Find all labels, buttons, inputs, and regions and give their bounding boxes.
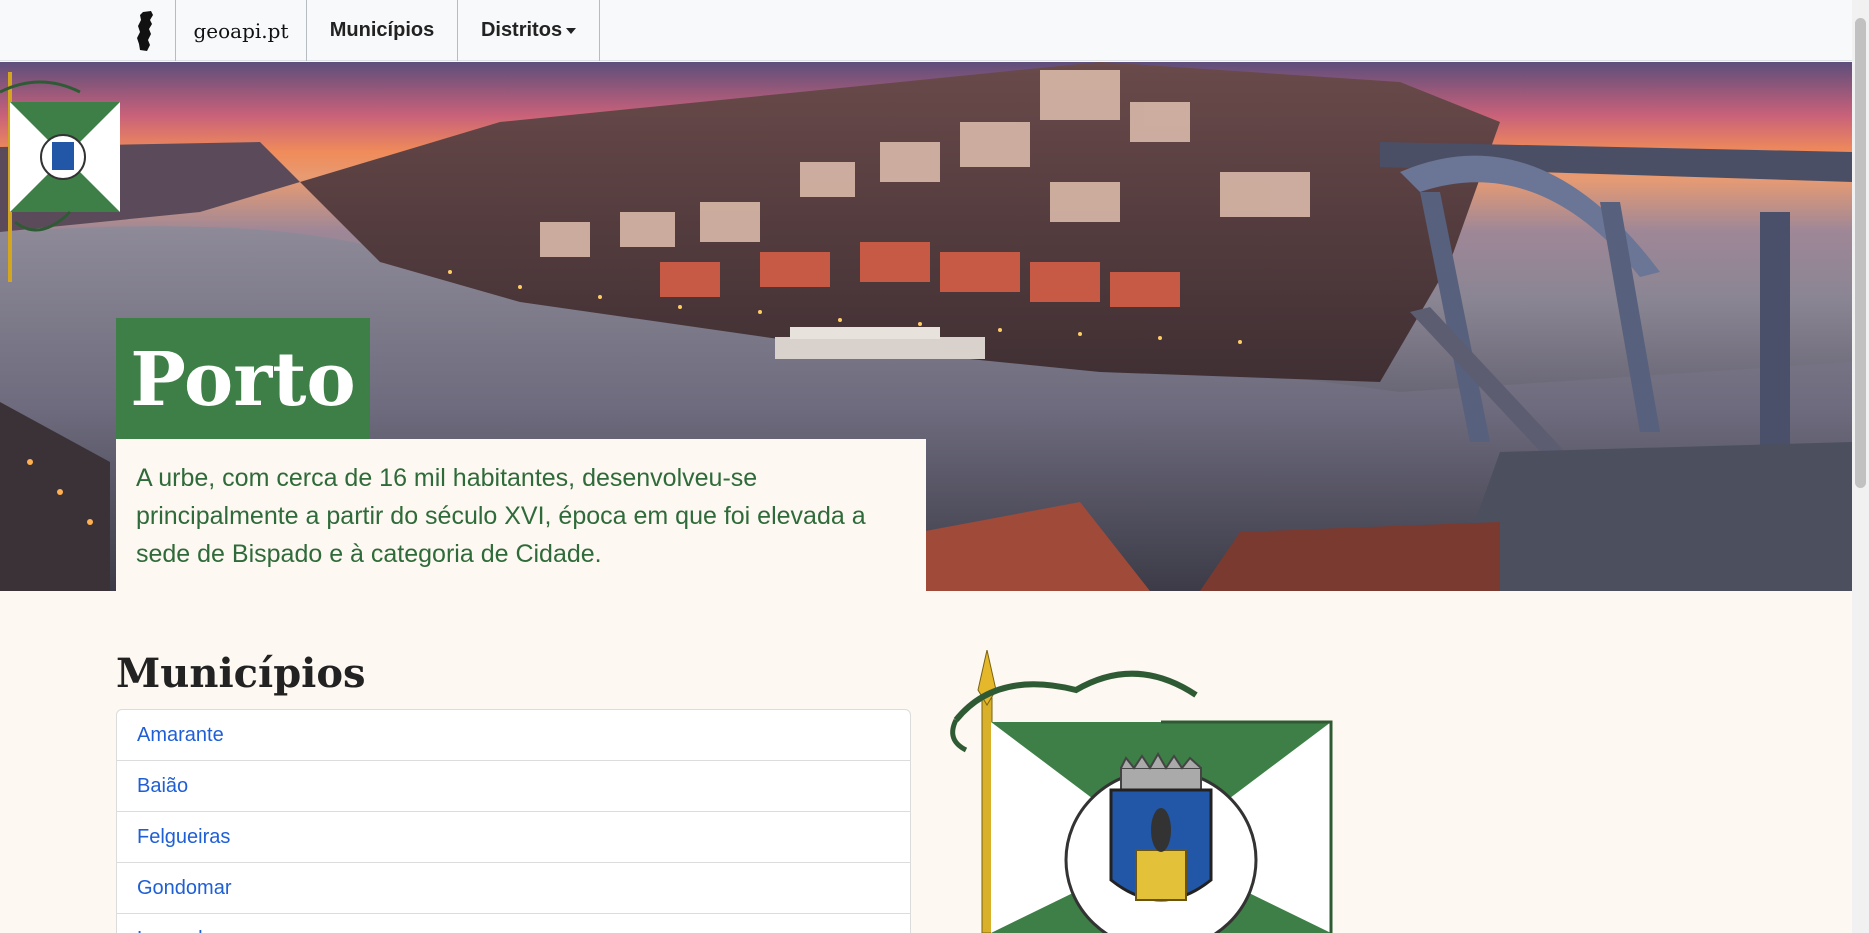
- porto-flag-large-image: [950, 650, 1333, 933]
- list-item[interactable]: Felgueiras: [117, 812, 910, 863]
- nav-links: geoapi.pt Municípios Distritos: [116, 0, 600, 61]
- list-item[interactable]: Gondomar: [117, 863, 910, 914]
- list-item[interactable]: Baião: [117, 761, 910, 812]
- hero-banner: Porto A urbe, com cerca de 16 mil habita…: [0, 62, 1852, 591]
- list-item[interactable]: Lousada: [117, 914, 910, 933]
- list-item[interactable]: Amarante: [117, 710, 910, 761]
- page-title: Porto: [130, 336, 356, 423]
- brand-link[interactable]: geoapi.pt: [176, 0, 307, 61]
- city-description-box: A urbe, com cerca de 16 mil habitantes, …: [116, 439, 926, 591]
- scrollbar-thumb[interactable]: [1855, 18, 1866, 488]
- city-title-box: Porto: [116, 318, 370, 441]
- navbar: geoapi.pt Municípios Distritos: [0, 0, 1852, 61]
- section-title-municipios: Municípios: [116, 650, 366, 697]
- nav-distritos-label: Distritos: [480, 19, 563, 41]
- city-description: A urbe, com cerca de 16 mil habitantes, …: [136, 464, 866, 568]
- page-scrollbar[interactable]: [1852, 0, 1869, 933]
- nav-distritos-dropdown[interactable]: Distritos: [458, 0, 600, 61]
- municipios-list: Amarante Baião Felgueiras Gondomar Lousa…: [116, 709, 911, 933]
- caret-down-icon: [566, 27, 577, 34]
- porto-flag-small-image: [0, 72, 120, 282]
- portugal-map-icon[interactable]: [116, 0, 176, 61]
- nav-municipios[interactable]: Municípios: [307, 0, 458, 61]
